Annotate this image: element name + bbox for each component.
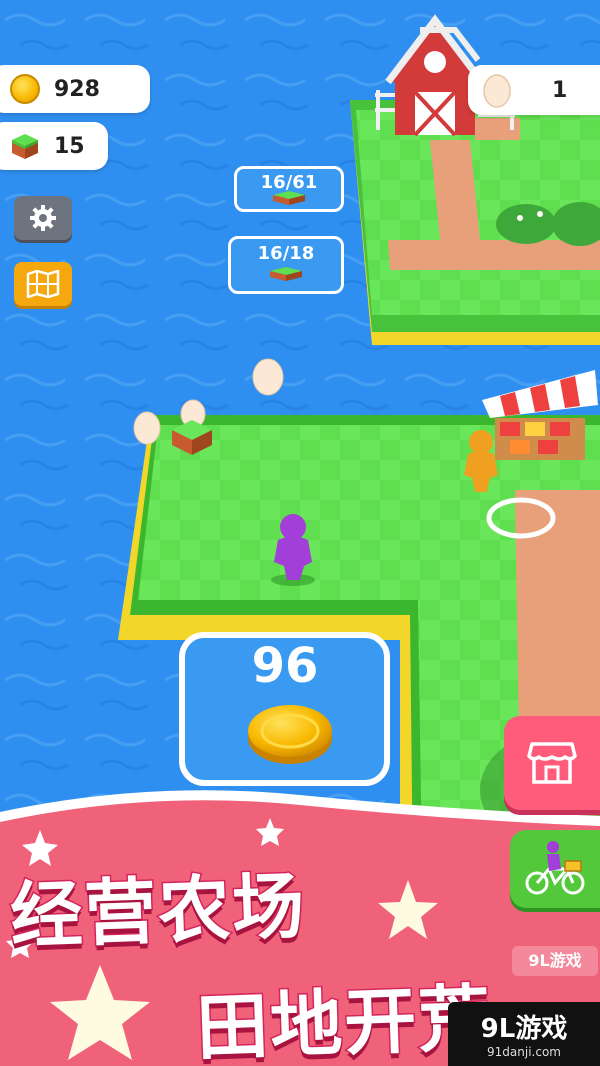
egg-icon: [483, 74, 511, 108]
egg-counter: 1: [468, 65, 600, 115]
coin-counter: 928: [0, 65, 150, 113]
tile-count-mid-text: 16/18: [257, 243, 315, 264]
watermark-bottom: 9L游戏 91danji.com: [448, 1002, 600, 1066]
map-button[interactable]: [14, 262, 72, 306]
bike-icon: [525, 841, 585, 895]
block-count: 15: [54, 133, 85, 159]
watermark-url: 91danji.com: [487, 1045, 561, 1059]
unlock-cost: 96: [251, 638, 319, 694]
grass-block-icon: [270, 267, 302, 281]
gear-icon: [30, 205, 56, 231]
shop-icon: [527, 742, 577, 784]
farm-island: [350, 100, 600, 345]
coin-icon: [10, 74, 40, 104]
watermark-top: 9L游戏: [512, 946, 598, 976]
settings-button[interactable]: [14, 196, 72, 240]
coin-reward: [248, 705, 332, 764]
shop-button[interactable]: [504, 716, 600, 810]
watermark-brand: 9L游戏: [480, 1014, 568, 1044]
egg-count: 1: [552, 77, 568, 103]
coin-count: 928: [54, 76, 100, 102]
game-screen: 928 15 1 16/61 16/18 96 经营农场 田地开荒 9L游戏 9…: [0, 0, 600, 1066]
grass-block-icon: [273, 191, 305, 205]
watermark-top-text: 9L游戏: [528, 951, 582, 970]
block-counter: 15: [0, 122, 108, 170]
bike-button[interactable]: [510, 830, 600, 908]
grass-block-icon: [12, 134, 38, 159]
map-icon: [26, 270, 60, 298]
tile-count-mid: 16/18: [228, 236, 344, 294]
banner-title-line1: 经营农场: [7, 862, 309, 959]
